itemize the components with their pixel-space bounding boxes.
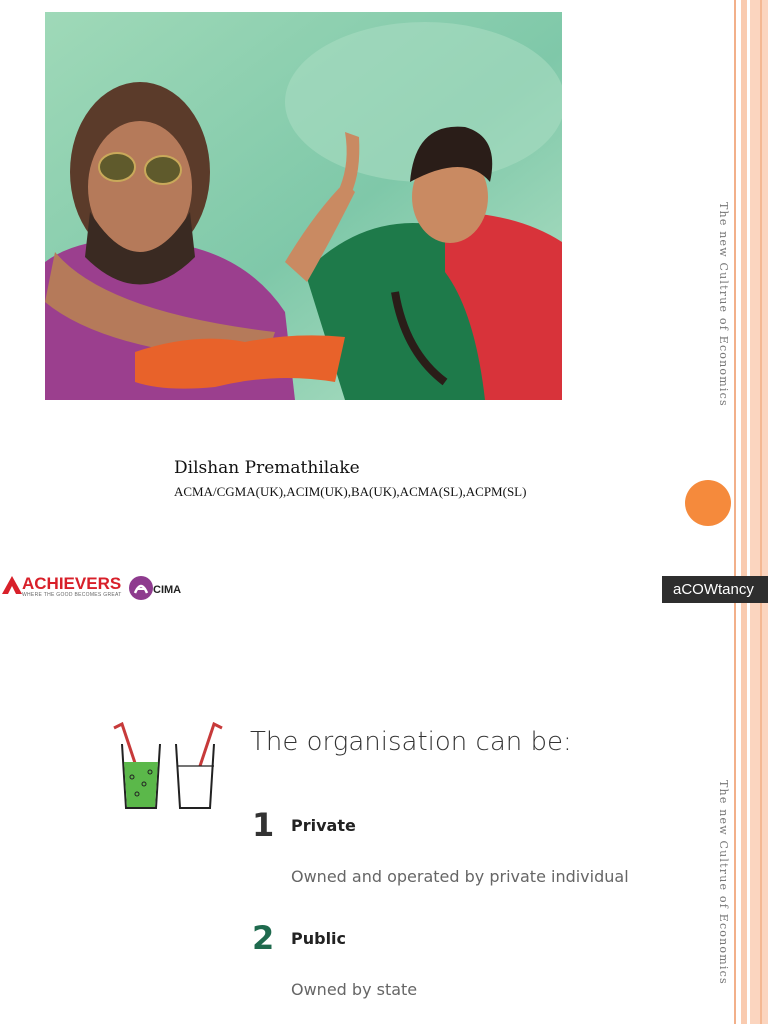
list-number: 2: [252, 919, 275, 957]
slide-side-label: The new Cultrue of Economics: [717, 202, 730, 407]
border-stripe: [750, 0, 768, 1024]
border-stripe: [734, 0, 736, 1024]
movie-poster-photo: [45, 12, 562, 400]
list-number: 1: [252, 806, 275, 844]
author-name: Dilshan Premathilake: [174, 458, 360, 478]
achievers-logo: ACHIEVERS WHERE THE GOOD BECOMES GREAT: [0, 572, 130, 602]
achievers-a-icon: [2, 576, 22, 594]
author-credentials: ACMA/CGMA(UK),ACIM(UK),BA(UK),ACMA(SL),A…: [174, 484, 527, 499]
border-stripe: [741, 0, 747, 1024]
achievers-tagline: WHERE THE GOOD BECOMES GREAT: [22, 592, 122, 598]
list-item-description: Owned and operated by private individual: [291, 867, 629, 886]
slide-heading: The organisation can be:: [250, 727, 572, 757]
list-item-title: Public: [291, 929, 347, 948]
accent-circle: [685, 480, 731, 526]
cima-wordmark: CIMA: [153, 584, 182, 596]
acowtancy-logo: aCOWtancy: [662, 576, 768, 603]
drink-glasses-illustration: [113, 722, 223, 809]
cima-logo: CIMA: [128, 574, 190, 602]
achievers-wordmark: ACHIEVERS: [22, 574, 122, 593]
slide-side-label: The new Cultrue of Economics: [717, 780, 730, 985]
border-stripe: [760, 0, 762, 1024]
list-item-title: Private: [291, 816, 356, 835]
list-item-description: Owned by state: [291, 980, 418, 999]
cima-emblem-icon: [129, 576, 153, 600]
